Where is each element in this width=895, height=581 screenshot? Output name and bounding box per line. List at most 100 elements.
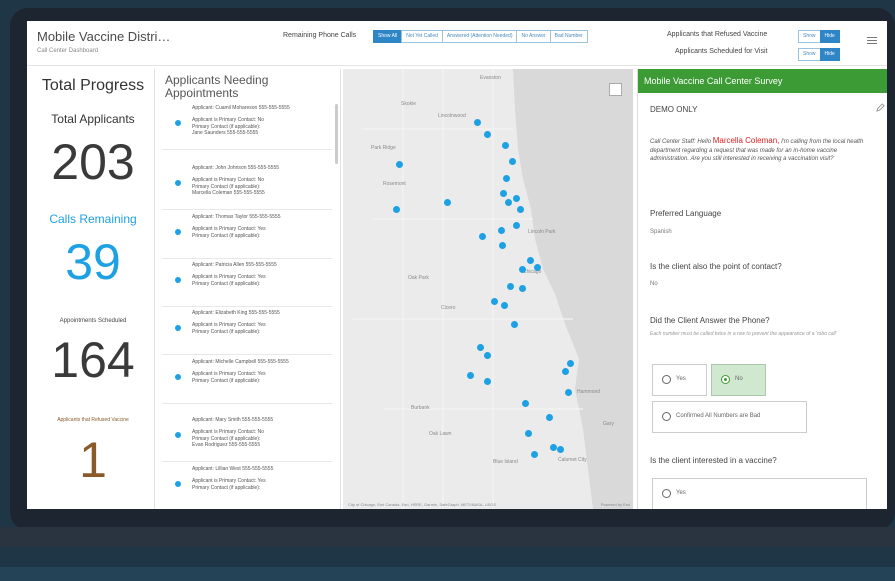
applicant-list-item[interactable]: Applicant: John Johnson 555-555-5555 App… — [162, 163, 332, 210]
map-place-label: Oak Lawn — [429, 431, 452, 437]
applicant-map-marker[interactable] — [501, 302, 508, 309]
radio-label: Confirmed All Numbers are Bad — [676, 413, 761, 419]
applicant-map-marker[interactable] — [511, 321, 518, 328]
status-dot-icon — [175, 432, 181, 438]
scheduled-visit-toggle: Show Hide — [798, 48, 840, 61]
point-of-contact-answer: No — [650, 281, 658, 287]
map-place-label: Lincolnwood — [438, 113, 466, 119]
applicant-map-marker[interactable] — [513, 222, 520, 229]
applicant-map-marker[interactable] — [527, 257, 534, 264]
device-base — [0, 527, 895, 547]
applicant-map[interactable]: Evanston Skokie Lincolnwood Park Ridge R… — [343, 69, 633, 509]
applicant-map-marker[interactable] — [522, 400, 529, 407]
applicant-map-marker[interactable] — [546, 414, 553, 421]
filter-show-all-button[interactable]: Show All — [373, 30, 403, 43]
applicant-details: Applicant is Primary Contact: Yes Primar… — [192, 274, 266, 287]
status-dot-icon — [175, 277, 181, 283]
applicant-map-marker[interactable] — [550, 444, 557, 451]
list-scrollbar[interactable] — [335, 104, 338, 164]
call-script: Call Center Staff: Hello Marcella Colema… — [650, 136, 876, 164]
applicant-list-item[interactable]: Applicant: Lillian West 555-555-5555 App… — [162, 464, 332, 509]
radio-label: Yes — [676, 376, 686, 382]
applicant-map-marker[interactable] — [502, 142, 509, 149]
applicant-list-item[interactable]: Applicant: Elizabeth King 555-555-5555 A… — [162, 308, 332, 355]
applicant-map-marker[interactable] — [519, 285, 526, 292]
scheduled-hide-button[interactable]: Hide — [819, 48, 840, 61]
filter-bad-number-button[interactable]: Bad Number — [549, 30, 588, 43]
applicant-list-item[interactable]: Applicant: Patricia Allen 555-555-5555 A… — [162, 260, 332, 307]
filter-not-yet-called-button[interactable]: Not Yet Called — [401, 30, 443, 43]
applicant-map-marker[interactable] — [396, 161, 403, 168]
applicant-header: Applicant: Thomas Taylor 555-555-5555 — [192, 214, 281, 220]
status-dot-icon — [175, 180, 181, 186]
all-numbers-bad-radio[interactable]: Confirmed All Numbers are Bad — [652, 401, 807, 433]
demo-label: DEMO ONLY — [650, 105, 698, 114]
filter-answered-button[interactable]: Answered (Attention Needed) — [441, 30, 518, 43]
answered-no-radio[interactable]: No — [711, 364, 766, 396]
applicant-map-marker[interactable] — [484, 352, 491, 359]
map-place-label: Burbank — [411, 405, 430, 411]
applicant-header: Applicant: Patricia Allen 555-555-5555 — [192, 262, 277, 268]
total-applicants-label: Total Applicants — [51, 112, 135, 126]
applicant-map-marker[interactable] — [477, 344, 484, 351]
applicant-map-marker[interactable] — [507, 283, 514, 290]
applicant-header: Applicant: Elizabeth King 555-555-5555 — [192, 310, 280, 316]
applicant-map-marker[interactable] — [500, 190, 507, 197]
applicant-list-item[interactable]: Applicant: Cuamil Mohareson 555-555-5555… — [162, 103, 332, 150]
scheduled-show-button[interactable]: Show — [798, 48, 821, 61]
applicant-map-marker[interactable] — [509, 158, 516, 165]
refused-vaccine-toggle: Show Hide — [798, 30, 840, 43]
list-title: Applicants Needing Appointments — [165, 73, 269, 100]
map-place-label: Evanston — [480, 75, 501, 81]
point-of-contact-question: Is the client also the point of contact? — [650, 262, 782, 271]
applicant-map-marker[interactable] — [484, 378, 491, 385]
answered-phone-question: Did the Client Answer the Phone? — [650, 316, 770, 325]
scheduled-visit-label: Applicants Scheduled for Visit — [675, 48, 768, 55]
script-prefix: Call Center Staff: Hello — [650, 139, 712, 145]
applicant-map-marker[interactable] — [467, 372, 474, 379]
applicant-map-marker[interactable] — [498, 227, 505, 234]
answered-yes-radio[interactable]: Yes — [652, 364, 707, 396]
applicant-details: Applicant is Primary Contact: No Primary… — [192, 429, 264, 448]
applicant-map-marker[interactable] — [479, 233, 486, 240]
applicant-list-item[interactable]: Applicant: Thomas Taylor 555-555-5555 Ap… — [162, 212, 332, 259]
applicant-map-marker[interactable] — [491, 298, 498, 305]
map-place-label: Blue Island — [493, 459, 518, 465]
refused-hide-button[interactable]: Hide — [819, 30, 840, 43]
applicant-map-marker[interactable] — [525, 430, 532, 437]
edit-pencil-icon[interactable] — [876, 103, 885, 112]
applicant-map-marker[interactable] — [534, 264, 541, 271]
applicant-map-marker[interactable] — [567, 360, 574, 367]
applicant-map-marker[interactable] — [503, 175, 510, 182]
refused-show-button[interactable]: Show — [798, 30, 821, 43]
progress-title: Total Progress — [41, 77, 145, 94]
applicant-map-marker[interactable] — [557, 446, 564, 453]
applicant-map-marker[interactable] — [513, 195, 520, 202]
applicant-map-marker[interactable] — [517, 206, 524, 213]
applicant-list-item[interactable]: Applicant: Mary Smith 555-555-5555 Appli… — [162, 415, 332, 462]
applicant-map-marker[interactable] — [565, 389, 572, 396]
applicant-map-marker[interactable] — [499, 242, 506, 249]
applicant-details: Applicant is Primary Contact: Yes Primar… — [192, 322, 266, 335]
applicant-map-marker[interactable] — [505, 199, 512, 206]
map-place-label: Park Ridge — [371, 145, 396, 151]
radio-selected-icon — [721, 375, 730, 384]
applicant-map-marker[interactable] — [444, 199, 451, 206]
applicant-map-marker[interactable] — [519, 266, 526, 273]
applicant-map-marker[interactable] — [474, 119, 481, 126]
interested-yes-radio[interactable]: Yes — [652, 478, 867, 509]
map-legend-button[interactable] — [609, 83, 622, 96]
preferred-language-answer: Spanish — [650, 229, 672, 235]
applicant-map-marker[interactable] — [562, 368, 569, 375]
map-place-label: Lincoln Park — [528, 229, 556, 235]
applicant-details: Applicant is Primary Contact: No Primary… — [192, 177, 265, 196]
hamburger-menu-icon[interactable] — [867, 35, 877, 46]
applicant-map-marker[interactable] — [531, 451, 538, 458]
applicant-map-marker[interactable] — [393, 206, 400, 213]
applicant-map-marker[interactable] — [484, 131, 491, 138]
applicant-header: Applicant: John Johnson 555-555-5555 — [192, 165, 280, 171]
applicant-list-item[interactable]: Applicant: Michelle Campbell 555-555-555… — [162, 357, 332, 404]
filter-no-answer-button[interactable]: No Answer — [516, 30, 551, 43]
calls-remaining-label: Calls Remaining — [49, 212, 137, 226]
total-progress-panel: Total Progress Total Applicants 203 Call… — [32, 69, 155, 509]
